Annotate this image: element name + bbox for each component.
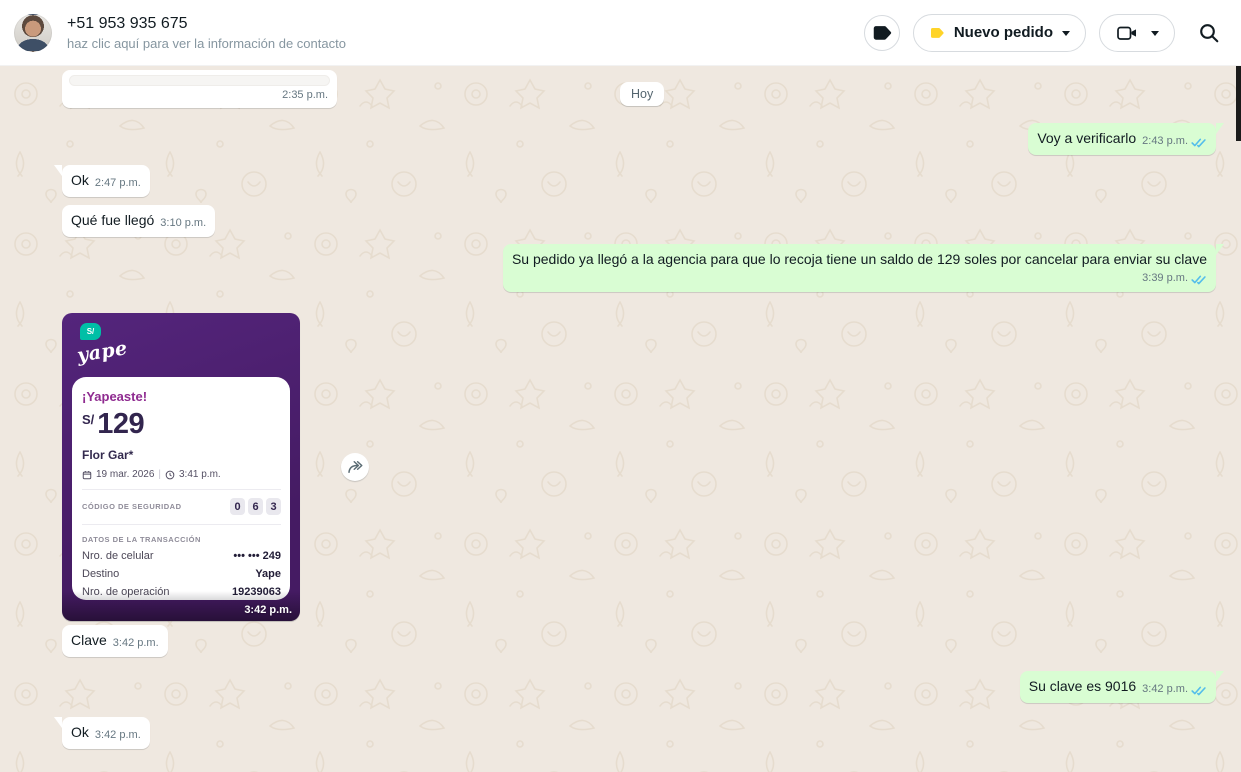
divider xyxy=(82,524,281,525)
receipt-amount: S/ 129 xyxy=(82,410,281,439)
message-incoming[interactable]: Qué fue llegó 3:10 p.m. xyxy=(62,205,216,237)
message-incoming-partial[interactable]: 2:35 p.m. xyxy=(62,70,337,108)
message-text: Clave xyxy=(71,632,107,648)
read-receipt-double-check-icon xyxy=(1191,137,1207,148)
attachment-preview-cut xyxy=(69,75,330,86)
message-time: 3:42 p.m. xyxy=(1142,683,1188,695)
message-time: 2:35 p.m. xyxy=(282,89,328,101)
receipt-datetime: 19 mar. 2026 | 3:41 p.m. xyxy=(82,469,281,480)
whatsapp-chat-window: +51 953 935 675 haz clic aquí para ver l… xyxy=(0,0,1241,772)
message-outgoing[interactable]: Su pedido ya llegó a la agencia para que… xyxy=(502,244,1225,292)
video-camera-icon xyxy=(1115,21,1139,45)
message-time: 3:42 p.m. xyxy=(244,604,292,616)
yape-wordmark: yape xyxy=(75,337,130,367)
message-text: Ok xyxy=(71,172,89,188)
video-call-button[interactable] xyxy=(1099,13,1175,52)
read-receipt-double-check-icon xyxy=(1191,274,1207,285)
amount-value: 129 xyxy=(97,408,145,440)
digit: 3 xyxy=(266,498,281,515)
message-time: 3:39 p.m. xyxy=(1142,272,1188,284)
clock-icon xyxy=(165,470,175,480)
message-time: 2:47 p.m. xyxy=(94,177,141,189)
separator: | xyxy=(158,469,161,480)
yape-logo: S/ yape xyxy=(76,323,129,367)
divider xyxy=(82,489,281,490)
row-value: Yape xyxy=(255,568,281,580)
row-label: Nro. de celular xyxy=(82,550,154,562)
contact-avatar[interactable] xyxy=(14,13,52,52)
chevron-down-icon xyxy=(1151,31,1159,36)
message-incoming[interactable]: Ok 3:42 p.m. xyxy=(54,717,150,749)
date-divider: Hoy xyxy=(620,82,665,106)
message-text: Qué fue llegó xyxy=(71,212,155,228)
forward-message-button[interactable] xyxy=(341,453,369,481)
transaction-row: Destino Yape xyxy=(82,568,281,580)
row-label: Destino xyxy=(82,568,120,580)
order-status-label: Nuevo pedido xyxy=(953,24,1053,41)
search-icon xyxy=(1197,21,1221,45)
message-outgoing[interactable]: Voy a verificarlo 2:43 p.m. xyxy=(1028,123,1224,155)
message-text: Su pedido ya llegó a la agencia para que… xyxy=(511,251,1207,267)
recipient-name: Flor Gar* xyxy=(82,448,134,462)
label-tag-yellow-icon xyxy=(929,25,945,41)
message-list[interactable]: 2:35 p.m. Hoy Voy a verificarlo 2:43 p.m… xyxy=(0,66,1241,772)
label-button[interactable] xyxy=(863,14,900,51)
search-button[interactable] xyxy=(1197,21,1221,45)
message-incoming[interactable]: Clave 3:42 p.m. xyxy=(62,625,168,657)
chevron-down-icon xyxy=(1062,31,1070,36)
receipt-time: 3:41 p.m. xyxy=(178,469,221,480)
message-image-yape-receipt[interactable]: S/ yape ¡Yapeaste! S/ 129 Flor Gar* 19 m… xyxy=(62,313,300,621)
contact-title: +51 953 935 675 xyxy=(67,14,188,32)
security-code-row: CÓDIGO DE SEGURIDAD 0 6 3 xyxy=(82,498,281,515)
scrollbar-thumb[interactable] xyxy=(1236,66,1241,141)
security-code-label: CÓDIGO DE SEGURIDAD xyxy=(82,502,182,511)
message-time: 3:42 p.m. xyxy=(112,637,159,649)
message-text: Voy a verificarlo xyxy=(1037,130,1137,146)
security-code-digits: 0 6 3 xyxy=(230,498,281,515)
digit: 0 xyxy=(230,498,245,515)
transaction-row: Nro. de celular ••• ••• 249 xyxy=(82,550,281,562)
yape-badge-icon: S/ xyxy=(80,323,101,340)
receipt-date: 19 mar. 2026 xyxy=(96,469,155,480)
message-time: 2:43 p.m. xyxy=(1142,135,1188,147)
transaction-data-label: DATOS DE LA TRANSACCIÓN xyxy=(82,535,201,544)
message-text: Su clave es 9016 xyxy=(1028,678,1137,694)
message-time: 3:10 p.m. xyxy=(160,217,207,229)
forward-arrow-icon xyxy=(346,458,364,476)
chat-header: +51 953 935 675 haz clic aquí para ver l… xyxy=(0,0,1241,66)
message-incoming[interactable]: Ok 2:47 p.m. xyxy=(54,165,150,197)
contact-subtitle: haz clic aquí para ver la información de… xyxy=(67,35,346,51)
receipt-title: ¡Yapeaste! xyxy=(82,389,148,404)
read-receipt-double-check-icon xyxy=(1191,685,1207,696)
message-time: 3:42 p.m. xyxy=(94,729,141,741)
digit: 6 xyxy=(248,498,263,515)
message-outgoing[interactable]: Su clave es 9016 3:42 p.m. xyxy=(1019,671,1225,703)
row-value: ••• ••• 249 xyxy=(233,550,281,562)
currency-symbol: S/ xyxy=(82,412,95,427)
calendar-icon xyxy=(82,470,92,480)
contact-info[interactable]: +51 953 935 675 haz clic aquí para ver l… xyxy=(67,15,346,51)
order-status-dropdown[interactable]: Nuevo pedido xyxy=(912,13,1086,52)
yape-receipt-card: ¡Yapeaste! S/ 129 Flor Gar* 19 mar. 2026… xyxy=(72,377,290,600)
label-tag-icon xyxy=(871,22,893,44)
message-text: Ok xyxy=(71,724,89,740)
